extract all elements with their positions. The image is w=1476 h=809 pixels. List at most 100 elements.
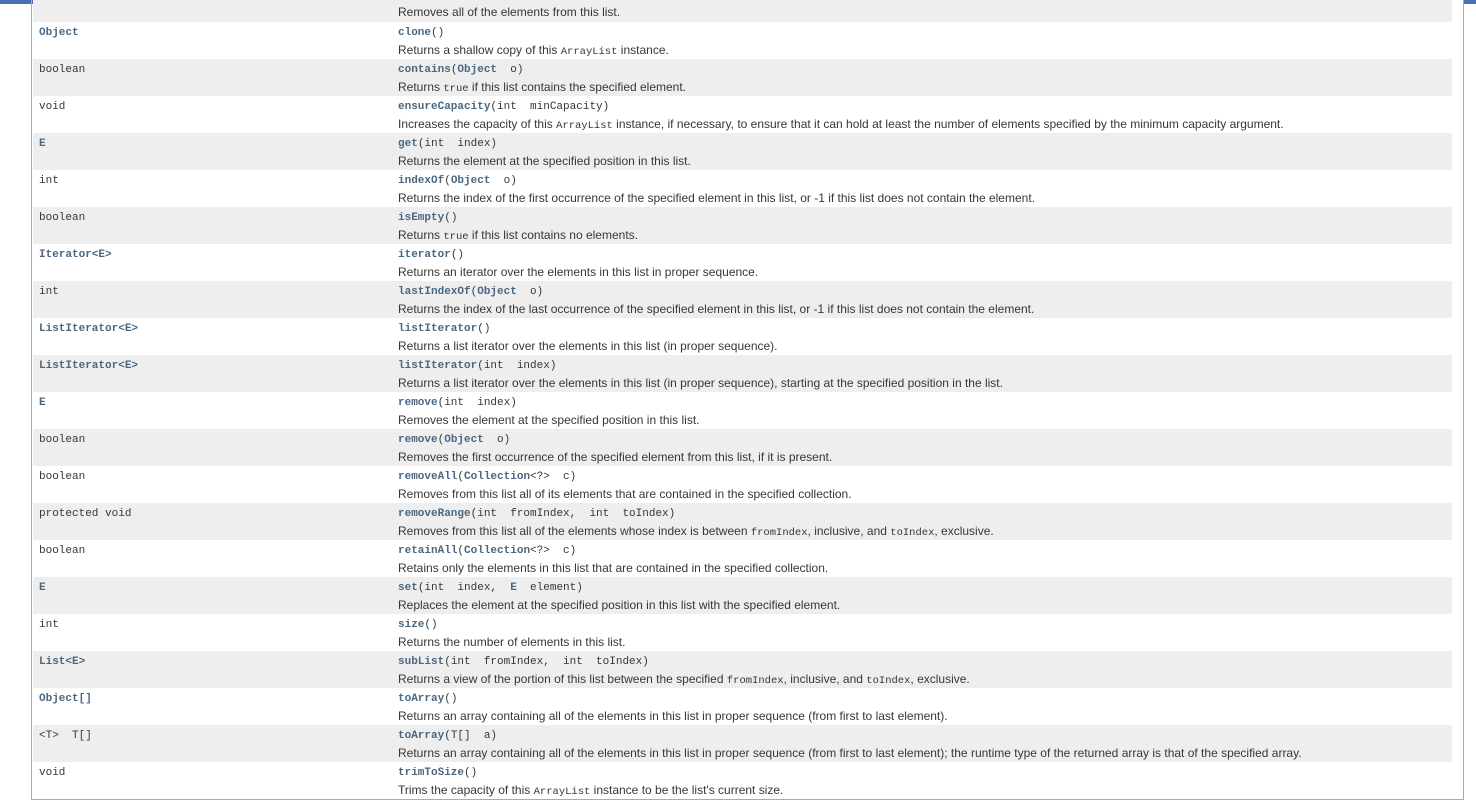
method-description: Returns a list iterator over the element… [398, 376, 1003, 390]
method-signature: size() [398, 619, 438, 631]
return-type[interactable]: E [39, 138, 46, 150]
table-row: boolean removeAll(Collection<?> c) Removes… [33, 466, 1454, 503]
return-type: void [39, 767, 66, 779]
method-description: Replaces the element at the specified po… [398, 598, 841, 612]
method-description: Returns an array containing all of the e… [398, 746, 1302, 760]
return-type[interactable]: List<E> [39, 656, 85, 668]
method-name-link[interactable]: toArray [398, 730, 444, 742]
method-name-link[interactable]: ensureCapacity [398, 101, 490, 113]
return-type: boolean [39, 434, 86, 446]
return-type: int [39, 619, 59, 631]
return-type[interactable]: E [39, 582, 46, 594]
method-signature: lastIndexOf(Object o) [398, 286, 544, 298]
param-type-link[interactable]: Collection [464, 545, 530, 557]
method-description: Removes all of the elements from this li… [398, 5, 621, 19]
table-row: void ensureCapacity(int minCapacity) Incre… [33, 96, 1454, 133]
method-name-link[interactable]: subList [398, 656, 444, 668]
return-type: int [39, 175, 59, 187]
method-description: Removes from this list all of its elemen… [398, 487, 852, 501]
return-type: boolean [39, 545, 86, 557]
method-name-link[interactable]: get [398, 138, 418, 150]
return-type[interactable]: ListIterator<E> [39, 360, 138, 372]
param-type-link[interactable]: Object [477, 286, 517, 298]
method-signature: removeAll(Collection<?> c) [398, 471, 577, 483]
table-row: boolean retainAll(Collection<?> c) Retains… [33, 540, 1454, 577]
method-description: Returns the index of the first occurrenc… [398, 191, 1035, 205]
table-row: int indexOf(Object o) Returns the index of… [33, 170, 1454, 207]
table-row: protected void removeRange(int fromIndex,… [33, 503, 1454, 540]
param-type-link[interactable]: Object [444, 434, 484, 446]
method-name-link[interactable]: indexOf [398, 175, 444, 187]
return-type[interactable]: Object [39, 27, 79, 39]
method-name-link[interactable]: set [398, 582, 418, 594]
param-type-link[interactable]: E [510, 582, 517, 594]
method-name-link[interactable]: remove [398, 397, 438, 409]
method-signature: set(int index, E element) [398, 582, 583, 594]
return-type[interactable]: E [39, 397, 46, 409]
method-description: Returns true if this list contains no el… [398, 228, 638, 243]
method-description: Returns an iterator over the elements in… [398, 265, 759, 279]
method-name-link[interactable]: remove [398, 434, 438, 446]
table-row: Eget(int index) Returns the element at th… [33, 133, 1454, 170]
method-name-link[interactable]: retainAll [398, 545, 457, 557]
method-name-link[interactable]: trimToSize [398, 767, 464, 779]
method-name-link[interactable]: lastIndexOf [398, 286, 471, 298]
method-signature: remove(Object o) [398, 434, 511, 446]
method-name-link[interactable]: removeAll [398, 471, 457, 483]
method-signature: ensureCapacity(int minCapacity) [398, 101, 610, 113]
table-row: Object[] toArray() Returns an array contai… [33, 688, 1454, 725]
method-signature: retainAll(Collection<?> c) [398, 545, 577, 557]
method-name-link[interactable]: iterator [398, 249, 451, 261]
table-row: Eset(int index, E element) Replaces the e… [33, 577, 1454, 614]
method-name-link[interactable]: isEmpty [398, 212, 444, 224]
method-description: Returns true if this list contains the s… [398, 80, 687, 95]
method-signature: remove(int index) [398, 397, 517, 409]
table-row: Object clone() Returns a shallow copy of t… [33, 22, 1454, 59]
method-description: Returns the index of the last occurrence… [398, 302, 1035, 316]
method-description: Returns the number of elements in this l… [398, 635, 626, 649]
return-type: int [39, 286, 59, 298]
method-description: Returns a view of the portion of this li… [398, 672, 970, 687]
param-type-link[interactable]: Collection [464, 471, 530, 483]
table-row-partial: Removes all of the elements from this li… [33, 0, 1454, 22]
method-signature: listIterator() [398, 323, 491, 335]
table-row: ListIterator<E> listIterator(int index) Re… [33, 355, 1454, 392]
param-type-link[interactable]: Object [451, 175, 491, 187]
table-row: <T> T[] toArray(T[] a) Returns an array co… [33, 725, 1454, 762]
return-type: <T> T[] [39, 730, 92, 742]
table-row: int lastIndexOf(Object o) Returns the inde… [33, 281, 1454, 318]
method-description: Retains only the elements in this list t… [398, 561, 829, 575]
method-signature: iterator() [398, 249, 465, 261]
method-description: Returns a shallow copy of this ArrayList… [398, 43, 669, 58]
return-type: void [39, 101, 66, 113]
table-row: ListIterator<E> listIterator() Returns a l… [33, 318, 1454, 355]
return-type: protected void [39, 508, 132, 520]
return-type[interactable]: ListIterator<E> [39, 323, 138, 335]
table-row: List<E> subList(int fromIndex, int toInde… [33, 651, 1454, 688]
method-signature: clone() [398, 27, 445, 39]
method-description: Removes the element at the specified pos… [398, 413, 700, 427]
method-signature: indexOf(Object o) [398, 175, 517, 187]
method-name-link[interactable]: toArray [398, 693, 444, 705]
method-name-link[interactable]: size [398, 619, 424, 631]
table-row: boolean isEmpty() Returns true if this lis… [33, 207, 1454, 244]
table-row: boolean remove(Object o) Removes the first… [33, 429, 1454, 466]
table-row: void trimToSize() Trims the capacity of th… [33, 762, 1454, 799]
method-signature: get(int index) [398, 138, 498, 150]
return-type[interactable]: Iterator<E> [39, 249, 112, 261]
method-description: Returns the element at the specified pos… [398, 154, 691, 168]
method-summary-table: Removes all of the elements from this li… [31, 0, 1464, 800]
method-description: Removes the first occurrence of the spec… [398, 450, 833, 464]
method-description: Increases the capacity of this ArrayList… [398, 117, 1284, 132]
method-name-link[interactable]: clone [398, 27, 431, 39]
method-name-link[interactable]: removeRange [398, 508, 471, 520]
table-row: Eremove(int index) Removes the element at… [33, 392, 1454, 429]
method-signature: isEmpty() [398, 212, 458, 224]
method-name-link[interactable]: listIterator [398, 360, 477, 372]
return-type: boolean [39, 212, 86, 224]
return-type[interactable]: Object[] [39, 693, 92, 705]
method-name-link[interactable]: contains [398, 64, 451, 76]
param-type-link[interactable]: Object [457, 64, 497, 76]
method-name-link[interactable]: listIterator [398, 323, 477, 335]
scroll-area[interactable] [1452, 0, 1463, 799]
